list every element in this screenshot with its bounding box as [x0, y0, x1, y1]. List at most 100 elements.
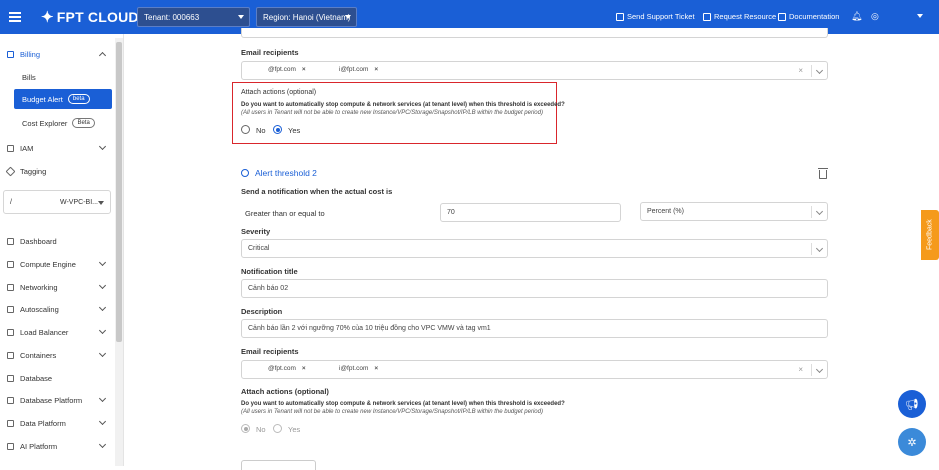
sidebar-item-label: Tagging: [20, 166, 47, 176]
radio-no[interactable]: [241, 125, 250, 134]
clear-icon[interactable]: ×: [798, 365, 803, 374]
sidebar-item-tagging[interactable]: Tagging: [0, 160, 114, 182]
email-recipients-label: Email recipients: [241, 347, 299, 356]
announcement-button[interactable]: 📢︎: [898, 390, 926, 418]
info-icon: [241, 169, 249, 177]
sidebar-item-ai-platform[interactable]: AI Platform: [0, 435, 114, 457]
sidebar-item-database[interactable]: Database: [0, 367, 114, 389]
condition-text: Greater than or equal to: [245, 209, 325, 218]
document-icon: [778, 12, 786, 21]
send-support-ticket-link[interactable]: Send Support Ticket: [616, 12, 695, 21]
chevron-down-icon: [98, 201, 104, 205]
ai-platform-icon: [7, 442, 14, 450]
radio-yes[interactable]: [273, 125, 282, 134]
sidebar-item-budget-alert[interactable]: Budget Alert beta: [14, 89, 112, 109]
email-chip[interactable]: @fpt.com ×: [268, 66, 306, 73]
notification-title-input[interactable]: Cảnh báo 02: [241, 279, 828, 298]
resource-icon: [703, 12, 711, 21]
add-threshold-button[interactable]: [241, 460, 316, 470]
billing-icon: [7, 50, 14, 58]
close-icon[interactable]: ×: [302, 365, 306, 372]
assistant-button[interactable]: ✲: [898, 428, 926, 456]
documentation-link[interactable]: Documentation: [778, 12, 839, 21]
chevron-down-icon: [98, 326, 107, 335]
megaphone-icon: 📢︎: [905, 398, 919, 411]
email-chip[interactable]: i@fpt.com ×: [339, 365, 378, 372]
user-menu-chevron-icon[interactable]: [917, 14, 923, 18]
close-icon[interactable]: ×: [374, 66, 378, 73]
database-icon: [7, 374, 14, 382]
email-chip-label: @fpt.com: [268, 365, 296, 372]
close-icon[interactable]: ×: [302, 66, 306, 73]
close-icon[interactable]: ×: [374, 365, 378, 372]
beta-badge: Beta: [72, 118, 95, 128]
email-recipients-field[interactable]: @fpt.com × i@fpt.com × ×: [241, 61, 828, 80]
sidebar-item-cost-explorer[interactable]: Cost Explorer Beta: [14, 113, 112, 133]
chevron-down-icon: [345, 15, 351, 19]
radio-yes-label: Yes: [288, 425, 301, 434]
chevron-down-icon: [98, 349, 107, 358]
brand-name: FPT CLOUD: [56, 9, 139, 25]
sidebar-item-autoscaling[interactable]: Autoscaling: [0, 298, 114, 320]
separator: [811, 364, 812, 376]
sidebar-item-iam[interactable]: IAM: [0, 137, 114, 159]
email-chip-label: i@fpt.com: [339, 365, 369, 372]
sidebar-item-billing[interactable]: Billing: [0, 43, 114, 65]
chevron-down-icon: [98, 142, 107, 151]
email-recipients-label: Email recipients: [241, 48, 299, 57]
fpt-cloud-logo[interactable]: ✦ FPT CLOUD: [41, 8, 139, 26]
radio-yes-label: Yes: [288, 126, 301, 135]
vpc-select[interactable]: / W-VPC-BI...: [3, 190, 111, 214]
bell-icon[interactable]: 🔔︎: [851, 11, 862, 22]
sidebar-item-label: Bills: [22, 72, 36, 82]
feedback-tab[interactable]: Feedback: [921, 210, 939, 260]
radio-no[interactable]: [241, 424, 250, 433]
chevron-down-icon[interactable]: [815, 365, 824, 374]
email-chip[interactable]: @fpt.com ×: [268, 365, 306, 372]
beta-badge: beta: [67, 94, 90, 104]
sidebar-item-data-platform[interactable]: Data Platform: [0, 412, 114, 434]
chevron-up-icon: [98, 51, 107, 60]
tenant-value: Tenant: 000663: [144, 12, 200, 22]
assistant-icon: ✲: [907, 436, 917, 449]
tenant-select[interactable]: Tenant: 000663: [137, 7, 250, 27]
dashboard-icon: [7, 237, 14, 245]
sidebar-item-networking[interactable]: Networking: [0, 276, 114, 298]
data-platform-icon: [7, 419, 14, 427]
sidebar-item-dashboard[interactable]: Dashboard: [0, 230, 114, 252]
request-resource-link[interactable]: Request Resource: [703, 12, 776, 21]
load-balancer-icon: [7, 328, 14, 336]
sidebar-item-label: Dashboard: [20, 236, 57, 246]
separator: [811, 206, 812, 218]
sidebar-scrollbar-thumb[interactable]: [116, 42, 122, 342]
vpc-select-value: W-VPC-BI...: [60, 198, 98, 206]
sidebar-item-load-balancer[interactable]: Load Balancer: [0, 321, 114, 343]
sidebar-item-compute-engine[interactable]: Compute Engine: [0, 253, 114, 275]
delete-icon[interactable]: [818, 168, 828, 179]
sidebar-item-database-platform[interactable]: Database Platform: [0, 389, 114, 411]
threshold-value-input[interactable]: 70: [440, 203, 621, 222]
email-recipients-field[interactable]: @fpt.com × i@fpt.com × ×: [241, 360, 828, 379]
sidebar-item-bills[interactable]: Bills: [14, 67, 112, 87]
email-chip-label: i@fpt.com: [339, 66, 369, 73]
clear-icon[interactable]: ×: [798, 66, 803, 75]
stop-services-question: Do you want to automatically stop comput…: [241, 401, 565, 407]
sidebar-item-containers[interactable]: Containers: [0, 344, 114, 366]
severity-select[interactable]: Critical: [241, 239, 828, 258]
user-avatar-icon[interactable]: ◎: [871, 11, 879, 22]
hamburger-menu-icon[interactable]: [9, 10, 21, 25]
region-select[interactable]: Region: Hanoi (Vietnam): [256, 7, 357, 27]
description-input[interactable]: Cảnh báo lần 2 với ngưỡng 70% của 10 tri…: [241, 319, 828, 338]
unit-select[interactable]: Percent (%): [640, 202, 828, 221]
sidebar-item-label: Database: [20, 373, 53, 383]
chevron-down-icon[interactable]: [815, 66, 824, 75]
email-chip[interactable]: i@fpt.com ×: [339, 66, 378, 73]
radio-yes[interactable]: [273, 424, 282, 433]
autoscaling-icon: [7, 305, 14, 313]
request-resource-label: Request Resource: [714, 12, 777, 21]
sidebar-item-label: Cost Explorer: [22, 118, 68, 128]
radio-no-label: No: [256, 126, 266, 135]
separator: [811, 243, 812, 255]
network-icon: [7, 283, 14, 291]
previous-description-field[interactable]: [241, 28, 828, 38]
